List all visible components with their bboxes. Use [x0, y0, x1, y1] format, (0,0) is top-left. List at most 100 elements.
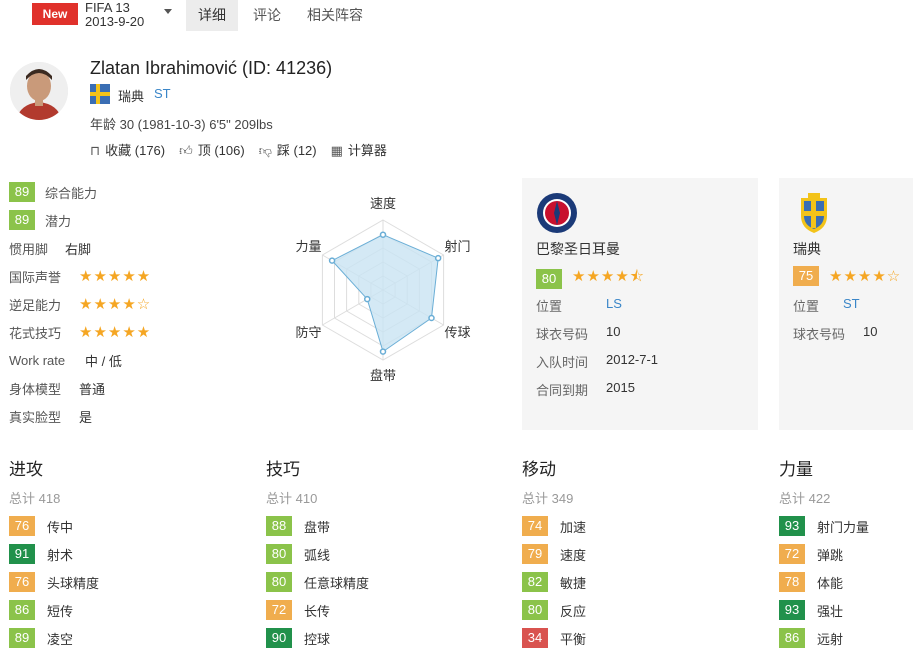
- attribute-value-badge: 76: [9, 572, 35, 592]
- attribute-value-badge: 91: [9, 544, 35, 564]
- nation-position-row: 位置 ST: [793, 296, 860, 315]
- nation-stars: ★★★★☆: [829, 268, 902, 285]
- attribute-name: 长传: [304, 603, 331, 619]
- radar-point-4: [363, 295, 371, 303]
- club-name[interactable]: 巴黎圣日耳曼: [536, 239, 620, 259]
- radar-label-5: 力量: [296, 239, 322, 254]
- player-nation[interactable]: 瑞典: [118, 86, 144, 105]
- attribute-row: 86 短传: [9, 600, 73, 620]
- body-value: 普通: [79, 381, 106, 397]
- club-contract-row: 合同到期 2015: [536, 380, 635, 398]
- attribute-row: 93 射门力量: [779, 516, 869, 536]
- face-row: 真实脸型 是: [9, 406, 92, 426]
- new-badge: New: [32, 3, 78, 25]
- attribute-value-badge: 82: [522, 572, 548, 592]
- potential-label: 潜力: [45, 213, 72, 229]
- category-title: 技巧: [266, 460, 300, 479]
- attribute-name: 弧线: [304, 547, 331, 563]
- attribute-value-badge: 90: [266, 628, 292, 648]
- attribute-name: 体能: [817, 575, 844, 591]
- reputation-row: 国际声誉 ★★★★★: [9, 266, 151, 286]
- foot-label: 惯用脚: [9, 241, 49, 257]
- attribute-name: 射术: [47, 547, 74, 563]
- attribute-name: 射门力量: [817, 519, 870, 535]
- attribute-value-badge: 34: [522, 628, 548, 648]
- version-date: 2013-9-20: [85, 14, 145, 29]
- category-total: 总计 349: [522, 491, 574, 506]
- attribute-value-badge: 86: [9, 600, 35, 620]
- club-join-row: 入队时间 2012-7-1: [536, 352, 659, 370]
- attribute-row: 34 平衡: [522, 628, 586, 648]
- nation-name[interactable]: 瑞典: [793, 239, 821, 259]
- attribute-name: 敏捷: [560, 575, 587, 591]
- radar-label-2: 传球: [444, 325, 470, 340]
- attribute-name: 平衡: [560, 631, 587, 647]
- psg-crest-icon[interactable]: [536, 192, 578, 234]
- attribute-name: 短传: [47, 603, 74, 619]
- attribute-value-badge: 93: [779, 516, 805, 536]
- game-version: FIFA 13: [85, 0, 130, 15]
- category-total: 总计 418: [9, 491, 61, 506]
- nation-card: 瑞典 75 ★★★★☆ 位置 ST 球衣号码 10: [779, 178, 913, 430]
- tab-comments[interactable]: 评论: [241, 0, 293, 31]
- attribute-row: 82 敏捷: [522, 572, 586, 592]
- player-position[interactable]: ST: [154, 86, 171, 101]
- overall-row: 89 综合能力: [9, 182, 97, 202]
- calculator-icon: ▦: [330, 143, 343, 158]
- sweden-crest-icon[interactable]: [799, 192, 829, 234]
- chevron-down-icon[interactable]: [164, 9, 172, 14]
- player-actions: ⊓ 收藏 (176) 👍︎ 顶 (106) 👎︎ 踩 (12) ▦ 计算器: [90, 140, 387, 159]
- category-title: 进攻: [9, 460, 43, 479]
- face-label: 真实脸型: [9, 409, 62, 425]
- attribute-row: 74 加速: [522, 516, 586, 536]
- attribute-row: 86 远射: [779, 628, 843, 648]
- tab-related-squads[interactable]: 相关阵容: [295, 0, 375, 31]
- attribute-radar-chart: 速度射门传球盘带 防守 力量: [296, 196, 471, 383]
- skill-row: 花式技巧 ★★★★★: [9, 322, 151, 342]
- radar-point-2: [428, 314, 435, 322]
- attribute-row: 80 任意球精度: [266, 572, 369, 592]
- radar-point-0: [379, 231, 387, 238]
- radar-area: [331, 234, 439, 353]
- thumbs-down-icon: 👎︎: [258, 143, 272, 158]
- foot-row: 惯用脚 右脚: [9, 238, 91, 258]
- club-rating: 80: [536, 268, 562, 289]
- upvote-button[interactable]: 👍︎ 顶 (106): [179, 140, 245, 159]
- attribute-value-badge: 86: [779, 628, 805, 648]
- club-position[interactable]: LS: [606, 296, 622, 315]
- tab-details[interactable]: 详细: [186, 0, 238, 31]
- attribute-name: 反应: [560, 603, 587, 619]
- club-shirt-row: 球衣号码 10: [536, 324, 621, 342]
- calculator-button[interactable]: ▦ 计算器: [331, 140, 387, 159]
- overall-badge: 89: [9, 182, 35, 202]
- player-avatar: [10, 62, 68, 120]
- radar-point-5: [328, 257, 336, 264]
- nation-position[interactable]: ST: [843, 296, 860, 315]
- radar-label-3: 盘带: [370, 368, 396, 383]
- radar-label-1: 射门: [444, 239, 470, 254]
- category-title: 力量: [779, 460, 813, 479]
- attribute-value-badge: 80: [522, 600, 548, 620]
- attribute-value-badge: 78: [779, 572, 805, 592]
- body-label: 身体模型: [9, 381, 62, 397]
- favorite-button[interactable]: ⊓ 收藏 (176): [90, 140, 165, 159]
- attribute-name: 强壮: [817, 603, 844, 619]
- version-selector[interactable]: FIFA 13 2013-9-20: [85, 1, 144, 29]
- potential-row: 89 潜力: [9, 210, 71, 230]
- attribute-row: 80 弧线: [266, 544, 330, 564]
- player-age-info: 年龄 30 (1981-10-3) 6'5" 209lbs: [90, 117, 273, 132]
- attribute-name: 远射: [817, 631, 844, 647]
- attribute-name: 弹跳: [817, 547, 844, 563]
- weakfoot-row: 逆足能力 ★★★★☆: [9, 294, 151, 314]
- attribute-name: 控球: [304, 631, 331, 647]
- foot-value: 右脚: [65, 241, 92, 257]
- attribute-value-badge: 88: [266, 516, 292, 536]
- skill-label: 花式技巧: [9, 325, 62, 341]
- attribute-name: 盘带: [304, 519, 331, 535]
- attribute-row: 91 射术: [9, 544, 73, 564]
- player-photo-icon: [10, 62, 68, 120]
- weakfoot-label: 逆足能力: [9, 297, 62, 313]
- category-total: 总计 422: [779, 491, 831, 506]
- attribute-row: 76 传中: [9, 516, 73, 536]
- downvote-button[interactable]: 👎︎ 踩 (12): [259, 140, 317, 159]
